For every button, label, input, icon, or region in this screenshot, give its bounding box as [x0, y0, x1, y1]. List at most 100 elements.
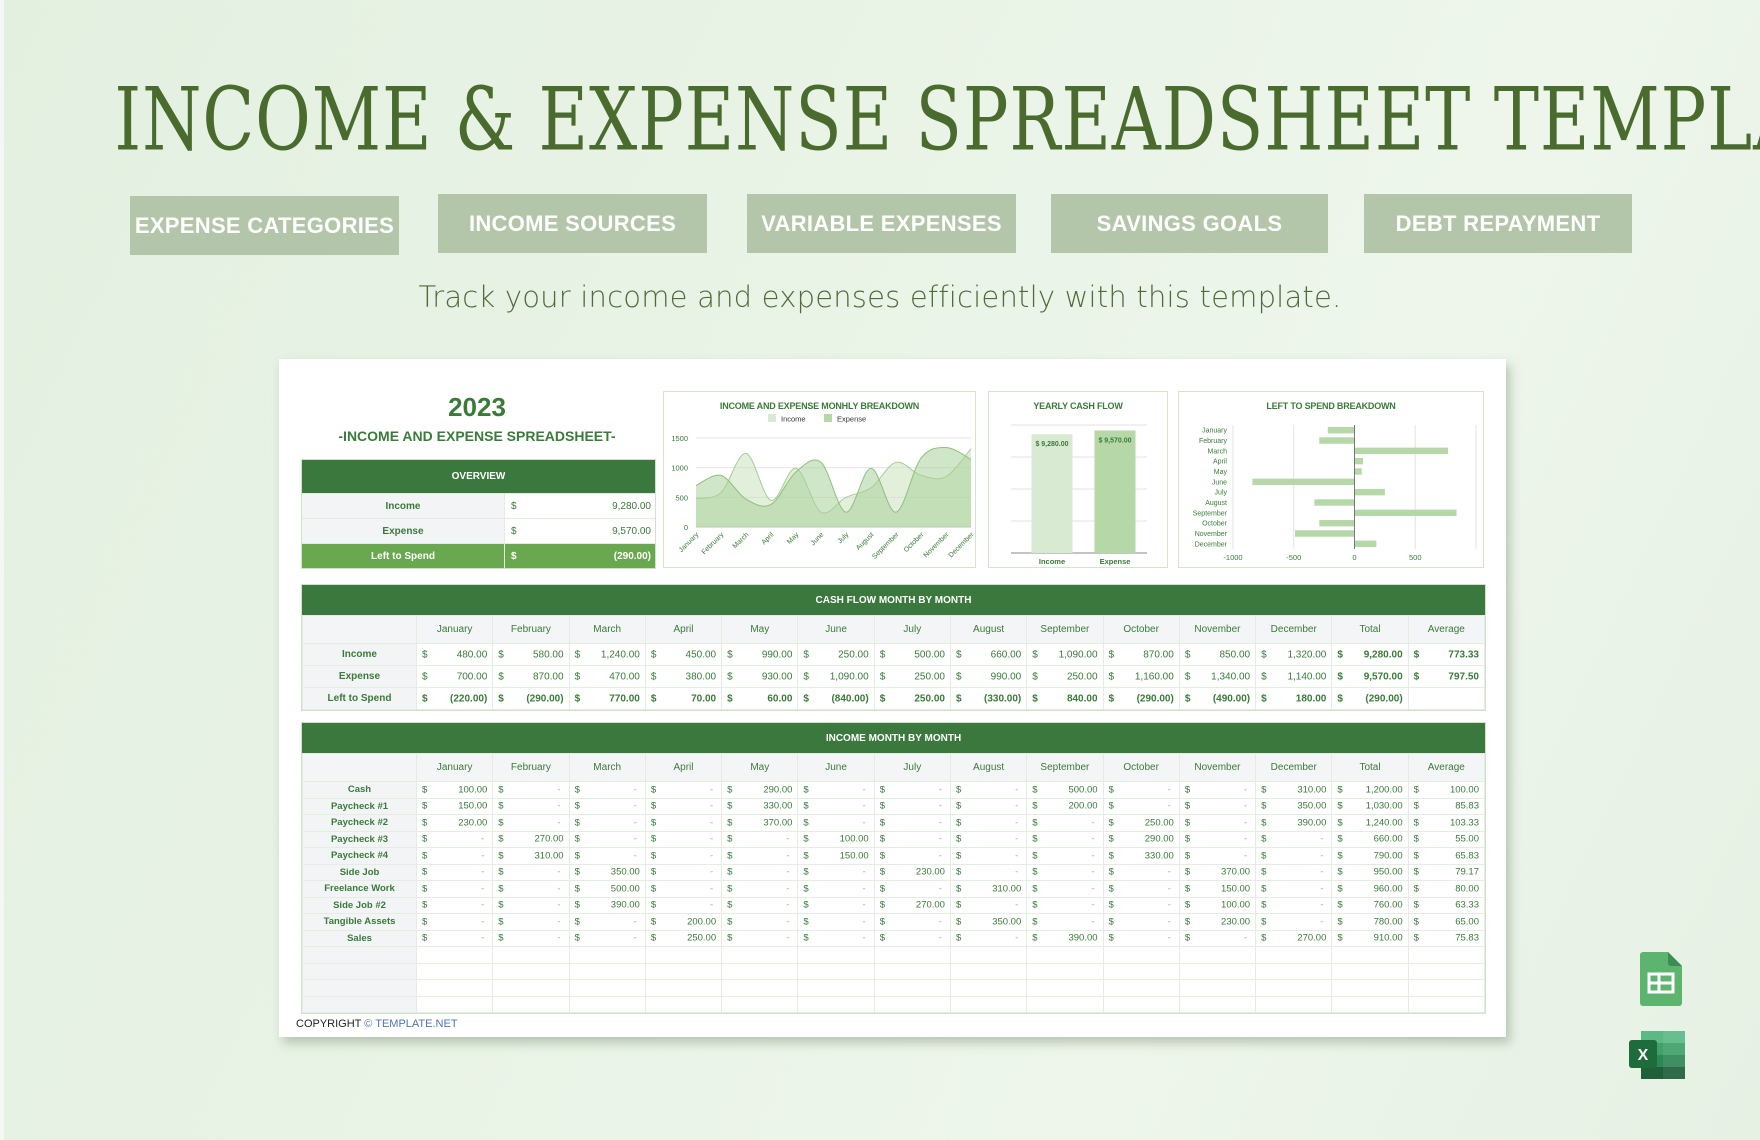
value-cell[interactable]: $150.00 — [1178, 880, 1257, 898]
empty-cell[interactable] — [415, 995, 494, 1013]
value-cell[interactable]: $103.33 — [1407, 814, 1486, 832]
value-cell[interactable]: $250.00 — [797, 643, 875, 666]
empty-cell[interactable] — [1255, 962, 1333, 980]
value-cell[interactable]: $ - — [1255, 847, 1333, 865]
empty-cell[interactable] — [1178, 979, 1257, 997]
value-cell[interactable]: $660.00 — [1331, 830, 1409, 848]
value-cell[interactable]: $797.50 — [1407, 665, 1486, 688]
empty-cell[interactable] — [1102, 962, 1180, 980]
empty-cell[interactable] — [644, 962, 723, 980]
value-cell[interactable]: $ - — [797, 896, 875, 914]
empty-cell[interactable] — [415, 962, 494, 980]
value-cell[interactable]: $ - — [492, 781, 570, 799]
value-cell[interactable]: $350.00 — [568, 863, 646, 881]
empty-cell[interactable] — [1102, 995, 1180, 1013]
value-cell[interactable]: $250.00 — [644, 929, 723, 947]
value-cell[interactable]: $990.00 — [949, 665, 1028, 688]
value-cell[interactable]: $500.00 — [873, 643, 951, 666]
value-cell[interactable]: $370.00 — [721, 814, 799, 832]
value-cell[interactable]: $930.00 — [721, 665, 799, 688]
empty-cell[interactable] — [721, 979, 799, 997]
value-cell[interactable]: $ - — [949, 781, 1028, 799]
value-cell[interactable]: $ - — [721, 896, 799, 914]
value-cell[interactable]: $910.00 — [1331, 929, 1409, 947]
value-cell[interactable]: $270.00 — [873, 896, 951, 914]
value-cell[interactable]: $270.00 — [1255, 929, 1333, 947]
value-cell[interactable]: $330.00 — [721, 797, 799, 815]
value-cell[interactable]: $ - — [949, 896, 1028, 914]
value-cell[interactable]: $ - — [492, 797, 570, 815]
value-cell[interactable]: $ - — [1178, 830, 1257, 848]
value-cell[interactable]: $150.00 — [415, 797, 494, 815]
value-cell[interactable]: $380.00 — [644, 665, 723, 688]
empty-cell[interactable] — [949, 995, 1028, 1013]
empty-cell[interactable] — [644, 979, 723, 997]
value-cell[interactable]: $960.00 — [1331, 880, 1409, 898]
value-cell[interactable]: $ - — [568, 797, 646, 815]
value-cell[interactable]: $ - — [873, 929, 951, 947]
empty-cell[interactable] — [1407, 946, 1486, 964]
empty-cell[interactable] — [721, 995, 799, 1013]
empty-cell[interactable] — [873, 946, 951, 964]
value-cell[interactable]: $ - — [492, 929, 570, 947]
empty-cell[interactable] — [797, 995, 875, 1013]
value-cell[interactable]: $660.00 — [949, 643, 1028, 666]
empty-cell[interactable] — [568, 979, 646, 997]
value-cell[interactable]: $390.00 — [1026, 929, 1104, 947]
value-cell[interactable]: $ - — [1026, 847, 1104, 865]
value-cell[interactable]: $ - — [1102, 880, 1180, 898]
value-cell[interactable]: $ - — [1178, 797, 1257, 815]
value-cell[interactable]: $ - — [797, 781, 875, 799]
value-cell[interactable]: $ - — [1026, 896, 1104, 914]
value-cell[interactable]: $ (220.00) — [415, 687, 494, 710]
value-cell[interactable]: $ - — [873, 781, 951, 799]
value-cell[interactable]: $850.00 — [1178, 643, 1257, 666]
value-cell[interactable]: $450.00 — [644, 643, 723, 666]
empty-cell[interactable] — [797, 979, 875, 997]
value-cell[interactable]: $100.00 — [797, 830, 875, 848]
value-cell[interactable]: $ - — [415, 929, 494, 947]
value-cell[interactable]: $ - — [1102, 929, 1180, 947]
value-cell[interactable]: $75.83 — [1407, 929, 1486, 947]
value-cell[interactable]: $ - — [949, 863, 1028, 881]
value-cell[interactable]: $250.00 — [1102, 814, 1180, 832]
value-cell[interactable]: $ - — [1026, 913, 1104, 931]
value-cell[interactable]: $773.33 — [1407, 643, 1486, 666]
value-cell[interactable]: $65.00 — [1407, 913, 1486, 931]
empty-cell[interactable] — [1255, 979, 1333, 997]
row-label[interactable] — [302, 946, 417, 964]
value-cell[interactable]: $ - — [797, 863, 875, 881]
value-cell[interactable]: $70.00 — [644, 687, 723, 710]
row-label[interactable] — [302, 995, 417, 1013]
value-cell[interactable]: $85.83 — [1407, 797, 1486, 815]
value-cell[interactable]: $1,240.00 — [1331, 814, 1409, 832]
value-cell[interactable]: $870.00 — [1102, 643, 1180, 666]
value-cell[interactable]: $ - — [873, 847, 951, 865]
empty-cell[interactable] — [492, 962, 570, 980]
value-cell[interactable]: $ - — [1178, 781, 1257, 799]
value-cell[interactable]: $ - — [1026, 863, 1104, 881]
value-cell[interactable]: $1,090.00 — [797, 665, 875, 688]
value-cell[interactable]: $580.00 — [492, 643, 570, 666]
empty-cell[interactable] — [721, 962, 799, 980]
empty-cell[interactable] — [1331, 946, 1409, 964]
value-cell[interactable]: $ - — [1255, 913, 1333, 931]
value-cell[interactable]: $60.00 — [721, 687, 799, 710]
value-cell[interactable]: $9,570.00 — [1331, 665, 1409, 688]
value-cell[interactable]: $500.00 — [1026, 781, 1104, 799]
value-cell[interactable]: $ - — [1102, 781, 1180, 799]
value-cell[interactable]: $ - — [644, 781, 723, 799]
value-cell[interactable]: $ - — [644, 896, 723, 914]
value-cell[interactable]: $1,340.00 — [1178, 665, 1257, 688]
value-cell[interactable]: $ - — [415, 847, 494, 865]
empty-cell[interactable] — [492, 946, 570, 964]
value-cell[interactable]: $270.00 — [492, 830, 570, 848]
value-cell[interactable]: $350.00 — [1255, 797, 1333, 815]
value-cell[interactable] — [1407, 687, 1486, 710]
value-cell[interactable]: $500.00 — [568, 880, 646, 898]
value-cell[interactable]: $ - — [1026, 814, 1104, 832]
value-cell[interactable]: $770.00 — [568, 687, 646, 710]
value-cell[interactable]: $ - — [873, 880, 951, 898]
value-cell[interactable]: $ (290.00) — [1102, 687, 1180, 710]
value-cell[interactable]: $310.00 — [949, 880, 1028, 898]
